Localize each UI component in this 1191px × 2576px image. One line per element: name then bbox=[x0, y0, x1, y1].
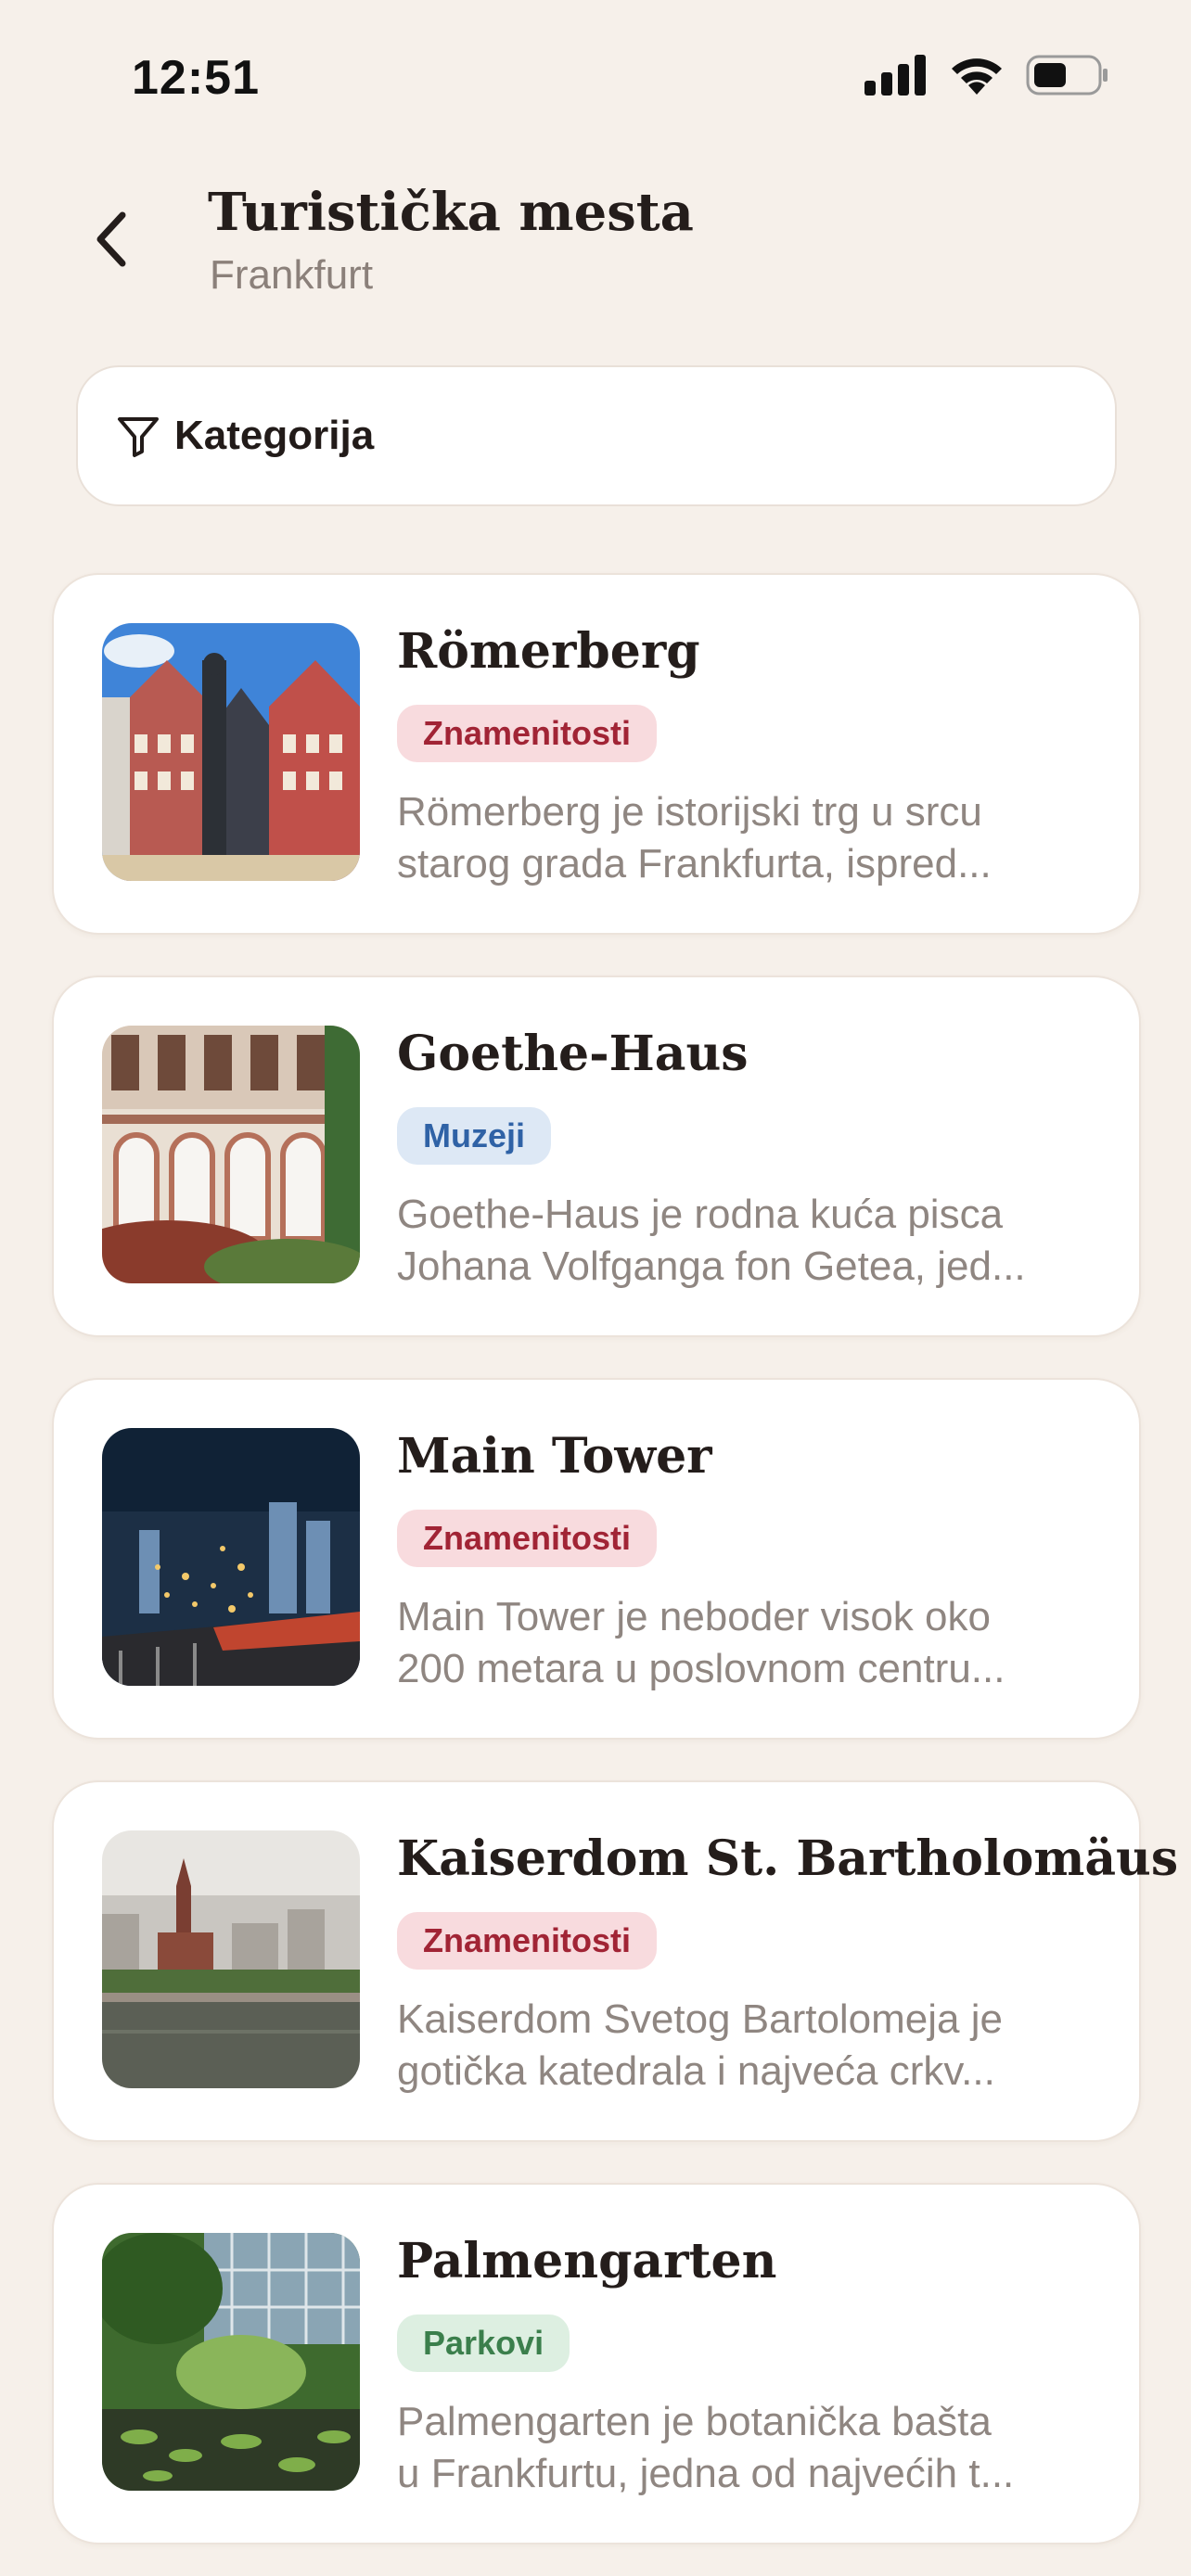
status-icons bbox=[864, 54, 1109, 96]
place-title: Palmengarten bbox=[397, 2233, 777, 2289]
place-description: Goethe-Haus je rodna kuća pisca Johana V… bbox=[397, 1192, 1026, 1289]
place-card-goethe-haus[interactable]: Goethe-Haus Muzeji Goethe-Haus je rodna … bbox=[52, 976, 1141, 1337]
place-title: Römerberg bbox=[397, 623, 700, 680]
place-description: Palmengarten je botanička bašta u Frankf… bbox=[397, 2399, 1015, 2496]
place-title: Main Tower bbox=[397, 1428, 712, 1485]
place-thumbnail bbox=[102, 1428, 360, 1686]
status-time: 12:51 bbox=[132, 51, 260, 105]
wifi-icon bbox=[952, 58, 1002, 95]
category-filter-button[interactable]: Kategorija bbox=[76, 365, 1117, 506]
place-thumbnail bbox=[102, 2233, 360, 2491]
back-button[interactable] bbox=[82, 202, 141, 276]
category-badge: Znamenitosti bbox=[397, 1912, 658, 1970]
place-description: Römerberg je istorijski trg u srcu staro… bbox=[397, 789, 992, 886]
category-badge: Znamenitosti bbox=[397, 705, 658, 762]
place-card-romerberg[interactable]: Römerberg Znamenitosti Römerberg je isto… bbox=[52, 573, 1141, 935]
page-subtitle: Frankfurt bbox=[210, 252, 374, 298]
page-title: Turistička mesta bbox=[208, 182, 694, 243]
battery-icon bbox=[1026, 55, 1108, 96]
place-thumbnail bbox=[102, 1830, 360, 2088]
status-bar: 12:51 bbox=[0, 0, 1191, 148]
cellular-signal-icon bbox=[864, 55, 926, 96]
place-title: Goethe-Haus bbox=[397, 1026, 749, 1082]
category-badge: Znamenitosti bbox=[397, 1510, 658, 1567]
filter-label: Kategorija bbox=[174, 413, 375, 458]
place-thumbnail bbox=[102, 1026, 360, 1283]
category-badge: Parkovi bbox=[397, 2315, 570, 2372]
place-description: Main Tower je neboder visok oko 200 meta… bbox=[397, 1594, 1005, 1691]
place-card-main-tower[interactable]: Main Tower Znamenitosti Main Tower je ne… bbox=[52, 1378, 1141, 1740]
place-card-palmengarten[interactable]: Palmengarten Parkovi Palmengarten je bot… bbox=[52, 2183, 1141, 2544]
chevron-left-icon bbox=[96, 211, 126, 267]
place-card-kaiserdom[interactable]: Kaiserdom St. Bartholomäus Znamenitosti … bbox=[52, 1780, 1178, 2142]
place-thumbnail bbox=[102, 623, 360, 881]
place-title: Kaiserdom St. Bartholomäus bbox=[397, 1830, 1179, 1887]
place-description: Kaiserdom Svetog Bartolomeja je gotička … bbox=[397, 1996, 1003, 2094]
filter-funnel-icon bbox=[118, 417, 159, 457]
category-badge: Muzeji bbox=[397, 1107, 552, 1165]
